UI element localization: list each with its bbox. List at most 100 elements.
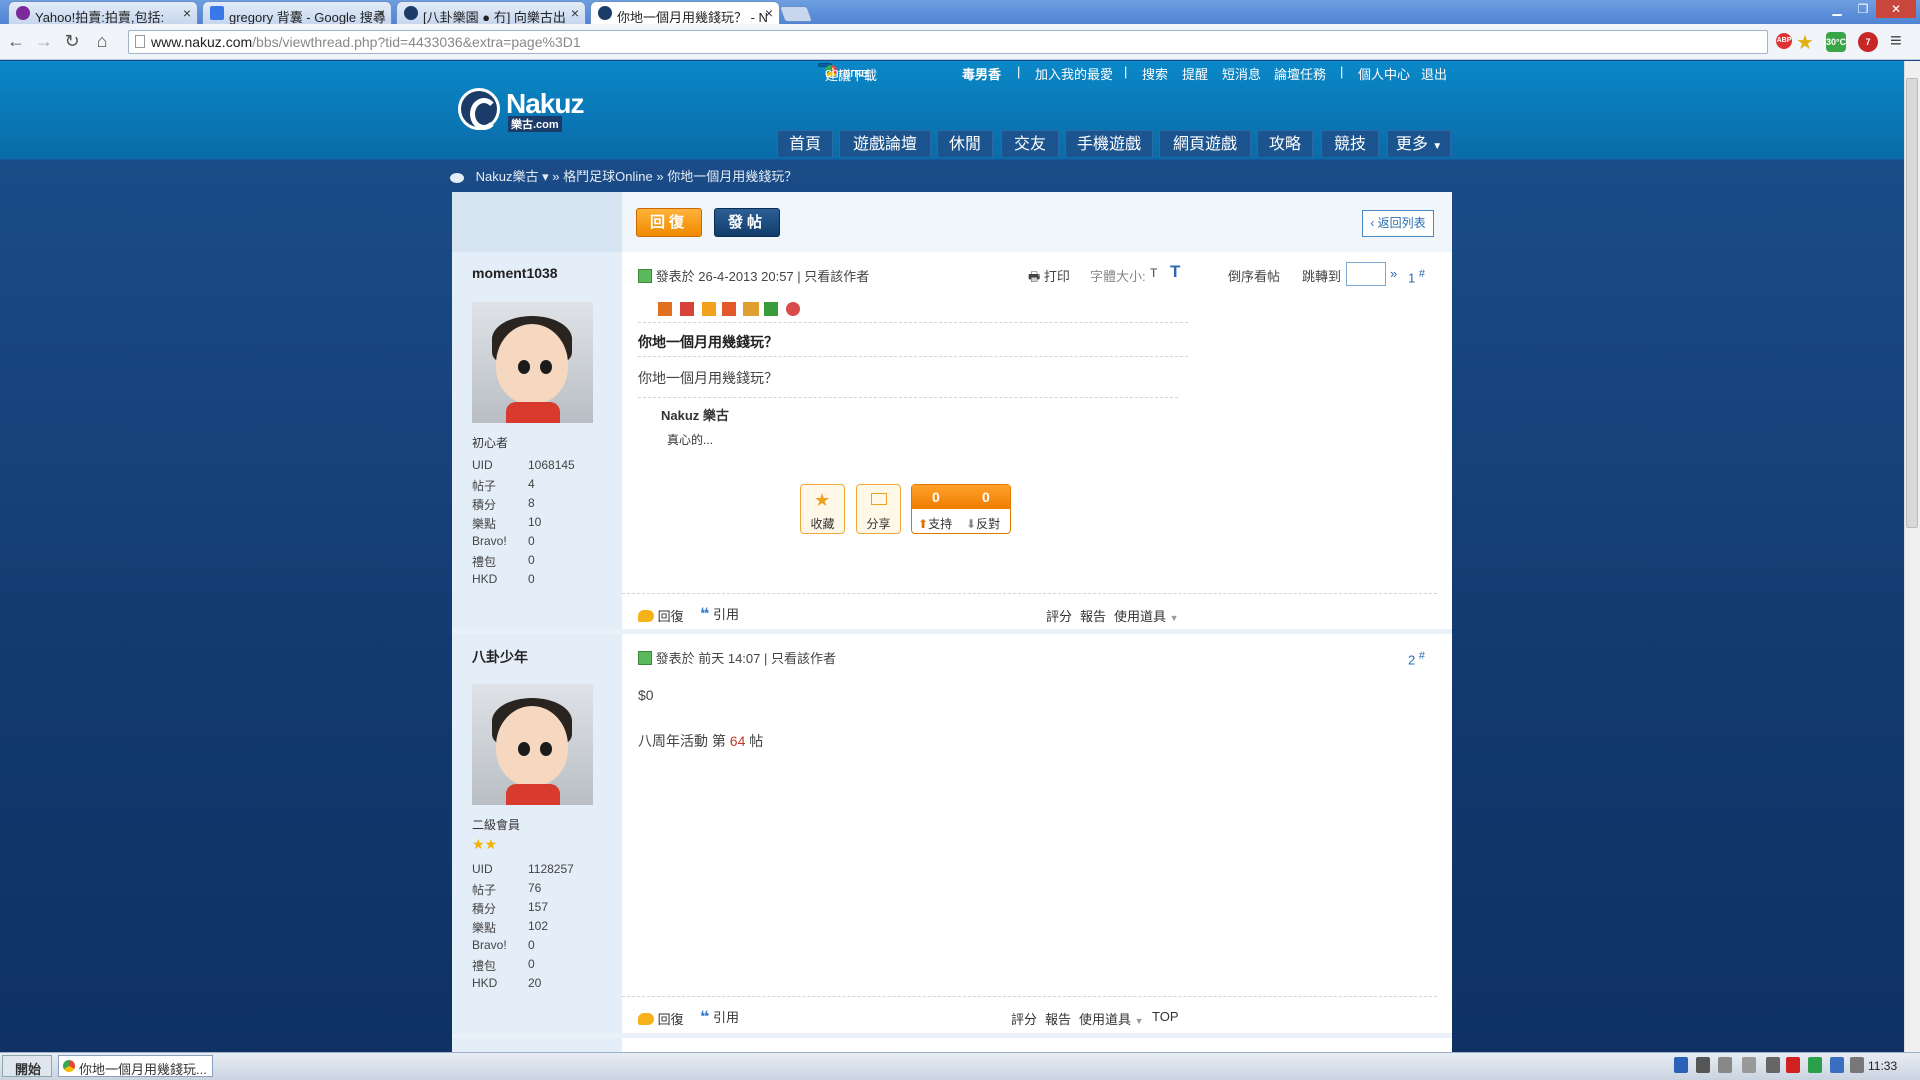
breadcrumb-nakuz[interactable]: Nakuz樂古 ▾ <box>476 169 549 184</box>
close-tab-icon[interactable]: × <box>183 5 191 21</box>
nav-game-forum[interactable]: 遊戲論壇 <box>839 130 931 157</box>
taskbar-chrome-window[interactable]: 你地一個月用幾錢玩... <box>58 1055 213 1077</box>
breadcrumb-thread[interactable]: 你地一個月用幾錢玩？ <box>667 169 797 184</box>
share-site-icon[interactable] <box>722 302 736 316</box>
tray-ime-icon[interactable] <box>1718 1057 1732 1073</box>
username-link[interactable]: 毒男香 <box>962 64 1001 83</box>
report-link[interactable]: 報告 <box>1045 1009 1071 1028</box>
post-separator <box>452 629 1452 634</box>
report-link[interactable]: 報告 <box>1080 606 1106 625</box>
share-site-icon[interactable] <box>764 302 778 316</box>
reply-button[interactable]: 回復 <box>636 208 702 237</box>
chrome-icon <box>63 1060 75 1072</box>
floor-number[interactable]: 1 # <box>1408 268 1425 285</box>
tray-volume-icon[interactable] <box>1850 1057 1864 1073</box>
nav-web-games[interactable]: 網頁遊戲 <box>1159 130 1251 157</box>
floor-number[interactable]: 2 # <box>1408 650 1425 667</box>
reload-icon[interactable]: ↻ <box>62 31 82 53</box>
close-tab-icon[interactable]: × <box>377 5 385 21</box>
only-author-link[interactable]: 只看該作者 <box>804 269 869 284</box>
tray-keyboard-icon[interactable] <box>1674 1057 1688 1073</box>
breadcrumb-forum[interactable]: 格鬥足球Online <box>563 169 653 184</box>
tray-app-icon[interactable] <box>1742 1057 1756 1073</box>
browser-tab-yahoo[interactable]: Yahoo!拍賣:拍賣,包括: × <box>8 1 198 24</box>
back-to-list-button[interactable]: ‹ 返回列表 <box>1362 210 1434 237</box>
avatar[interactable] <box>472 302 593 423</box>
author-name[interactable]: moment1038 <box>472 265 558 281</box>
nav-leisure[interactable]: 休閒 <box>937 130 993 157</box>
nav-mobile-games[interactable]: 手機遊戲 <box>1065 130 1153 157</box>
new-tab-button[interactable] <box>779 6 813 22</box>
favorite-button[interactable]: ★ 收藏 <box>800 484 845 534</box>
support-button[interactable]: ⬆支持 <box>918 515 952 532</box>
rate-link[interactable]: 評分 <box>1011 1009 1037 1028</box>
forward-arrow-icon[interactable]: → <box>34 31 54 53</box>
chrome-download-banner[interactable]: 建議下載 chrome <box>818 63 877 83</box>
share-icons-row <box>658 302 800 318</box>
nav-esports[interactable]: 競技 <box>1321 130 1379 157</box>
share-site-icon[interactable] <box>743 302 759 316</box>
close-tab-icon[interactable]: × <box>571 5 579 21</box>
only-author-link[interactable]: 只看該作者 <box>771 651 836 666</box>
jump-to-floor-input[interactable] <box>1346 262 1386 286</box>
add-favorite-link[interactable]: 加入我的最愛 <box>1035 64 1113 83</box>
minimize-window-icon[interactable]: ▁ <box>1824 0 1850 18</box>
scrollbar-thumb[interactable] <box>1906 78 1918 528</box>
print-link[interactable]: 🖶 打印 <box>1028 266 1070 290</box>
home-icon[interactable]: ⌂ <box>92 31 112 53</box>
post-separator <box>452 1033 1452 1038</box>
tray-update-icon[interactable] <box>1808 1057 1822 1073</box>
browser-tab-nakuz-gossip[interactable]: [八卦樂園 ● 冇] 向樂古出 × <box>396 1 586 24</box>
share-site-icon[interactable] <box>702 302 716 316</box>
nav-home[interactable]: 首頁 <box>777 130 833 157</box>
browser-tab-current[interactable]: 你地一個月用幾錢玩？ - N × <box>590 1 780 24</box>
quote-link[interactable]: ❝ 引用 <box>700 1007 739 1027</box>
use-item-dropdown[interactable]: 使用道具 ▼ <box>1114 606 1179 625</box>
reply-link[interactable]: 回復 <box>638 1009 684 1028</box>
oppose-button[interactable]: ⬇反對 <box>966 515 1000 532</box>
messages-link[interactable]: 短消息 <box>1222 64 1261 83</box>
nakuz-logo[interactable]: Nakuz 樂古.com <box>458 86 598 134</box>
address-bar[interactable]: www.nakuz.com/bbs/viewthread.php?tid=443… <box>128 30 1768 54</box>
reply-link[interactable]: 回復 <box>638 606 684 625</box>
adblock-icon[interactable]: ABP <box>1776 33 1792 49</box>
use-item-dropdown[interactable]: 使用道具 ▼ <box>1079 1009 1144 1028</box>
font-small-button[interactable]: T <box>1150 266 1157 280</box>
taskbar-clock[interactable]: 11:33 <box>1868 1059 1897 1073</box>
browser-tab-google[interactable]: gregory 背囊 - Google 搜尋 × <box>202 1 392 24</box>
nav-guides[interactable]: 攻略 <box>1257 130 1313 157</box>
close-tab-icon[interactable]: × <box>765 5 773 21</box>
reminders-link[interactable]: 提醒 <box>1182 64 1208 83</box>
chrome-menu-icon[interactable]: ≡ <box>1890 30 1902 53</box>
share-site-icon[interactable] <box>786 302 800 316</box>
personal-center-link[interactable]: 個人中心 <box>1358 64 1410 83</box>
restore-window-icon[interactable]: ❐ <box>1850 0 1876 18</box>
back-to-top-link[interactable]: TOP <box>1152 1009 1179 1024</box>
logout-link[interactable]: 退出 <box>1421 64 1447 83</box>
quote-link[interactable]: ❝ 引用 <box>700 604 739 624</box>
weather-extension-icon[interactable]: 30°C <box>1826 32 1846 52</box>
rate-link[interactable]: 評分 <box>1046 606 1072 625</box>
tray-network-icon[interactable] <box>1830 1057 1844 1073</box>
nav-more[interactable]: 更多 ▼ <box>1387 130 1451 157</box>
jump-go-button[interactable]: » <box>1390 266 1397 281</box>
share-site-icon[interactable] <box>680 302 694 316</box>
share-button[interactable]: 分享 <box>856 484 901 534</box>
tray-antivirus-icon[interactable] <box>1786 1057 1800 1073</box>
back-arrow-icon[interactable]: ← <box>6 31 26 53</box>
start-button[interactable]: 開始 <box>2 1055 52 1077</box>
tray-font-icon[interactable] <box>1696 1057 1710 1073</box>
author-name[interactable]: 八卦少年 <box>472 647 528 667</box>
nav-social[interactable]: 交友 <box>1001 130 1059 157</box>
avatar[interactable] <box>472 684 593 805</box>
notification-extension-icon[interactable]: 7 <box>1858 32 1878 52</box>
bookmark-star-icon[interactable]: ★ <box>1796 30 1814 55</box>
close-window-icon[interactable]: ✕ <box>1876 0 1916 18</box>
tray-usb-icon[interactable] <box>1766 1057 1780 1073</box>
new-post-button[interactable]: 發帖 <box>714 208 780 237</box>
share-site-icon[interactable] <box>658 302 672 316</box>
reverse-order-link[interactable]: 倒序看帖 <box>1228 266 1280 285</box>
search-link[interactable]: 搜索 <box>1142 64 1168 83</box>
font-large-button[interactable]: T <box>1170 262 1180 282</box>
forum-tasks-link[interactable]: 論壇任務 <box>1274 64 1326 83</box>
